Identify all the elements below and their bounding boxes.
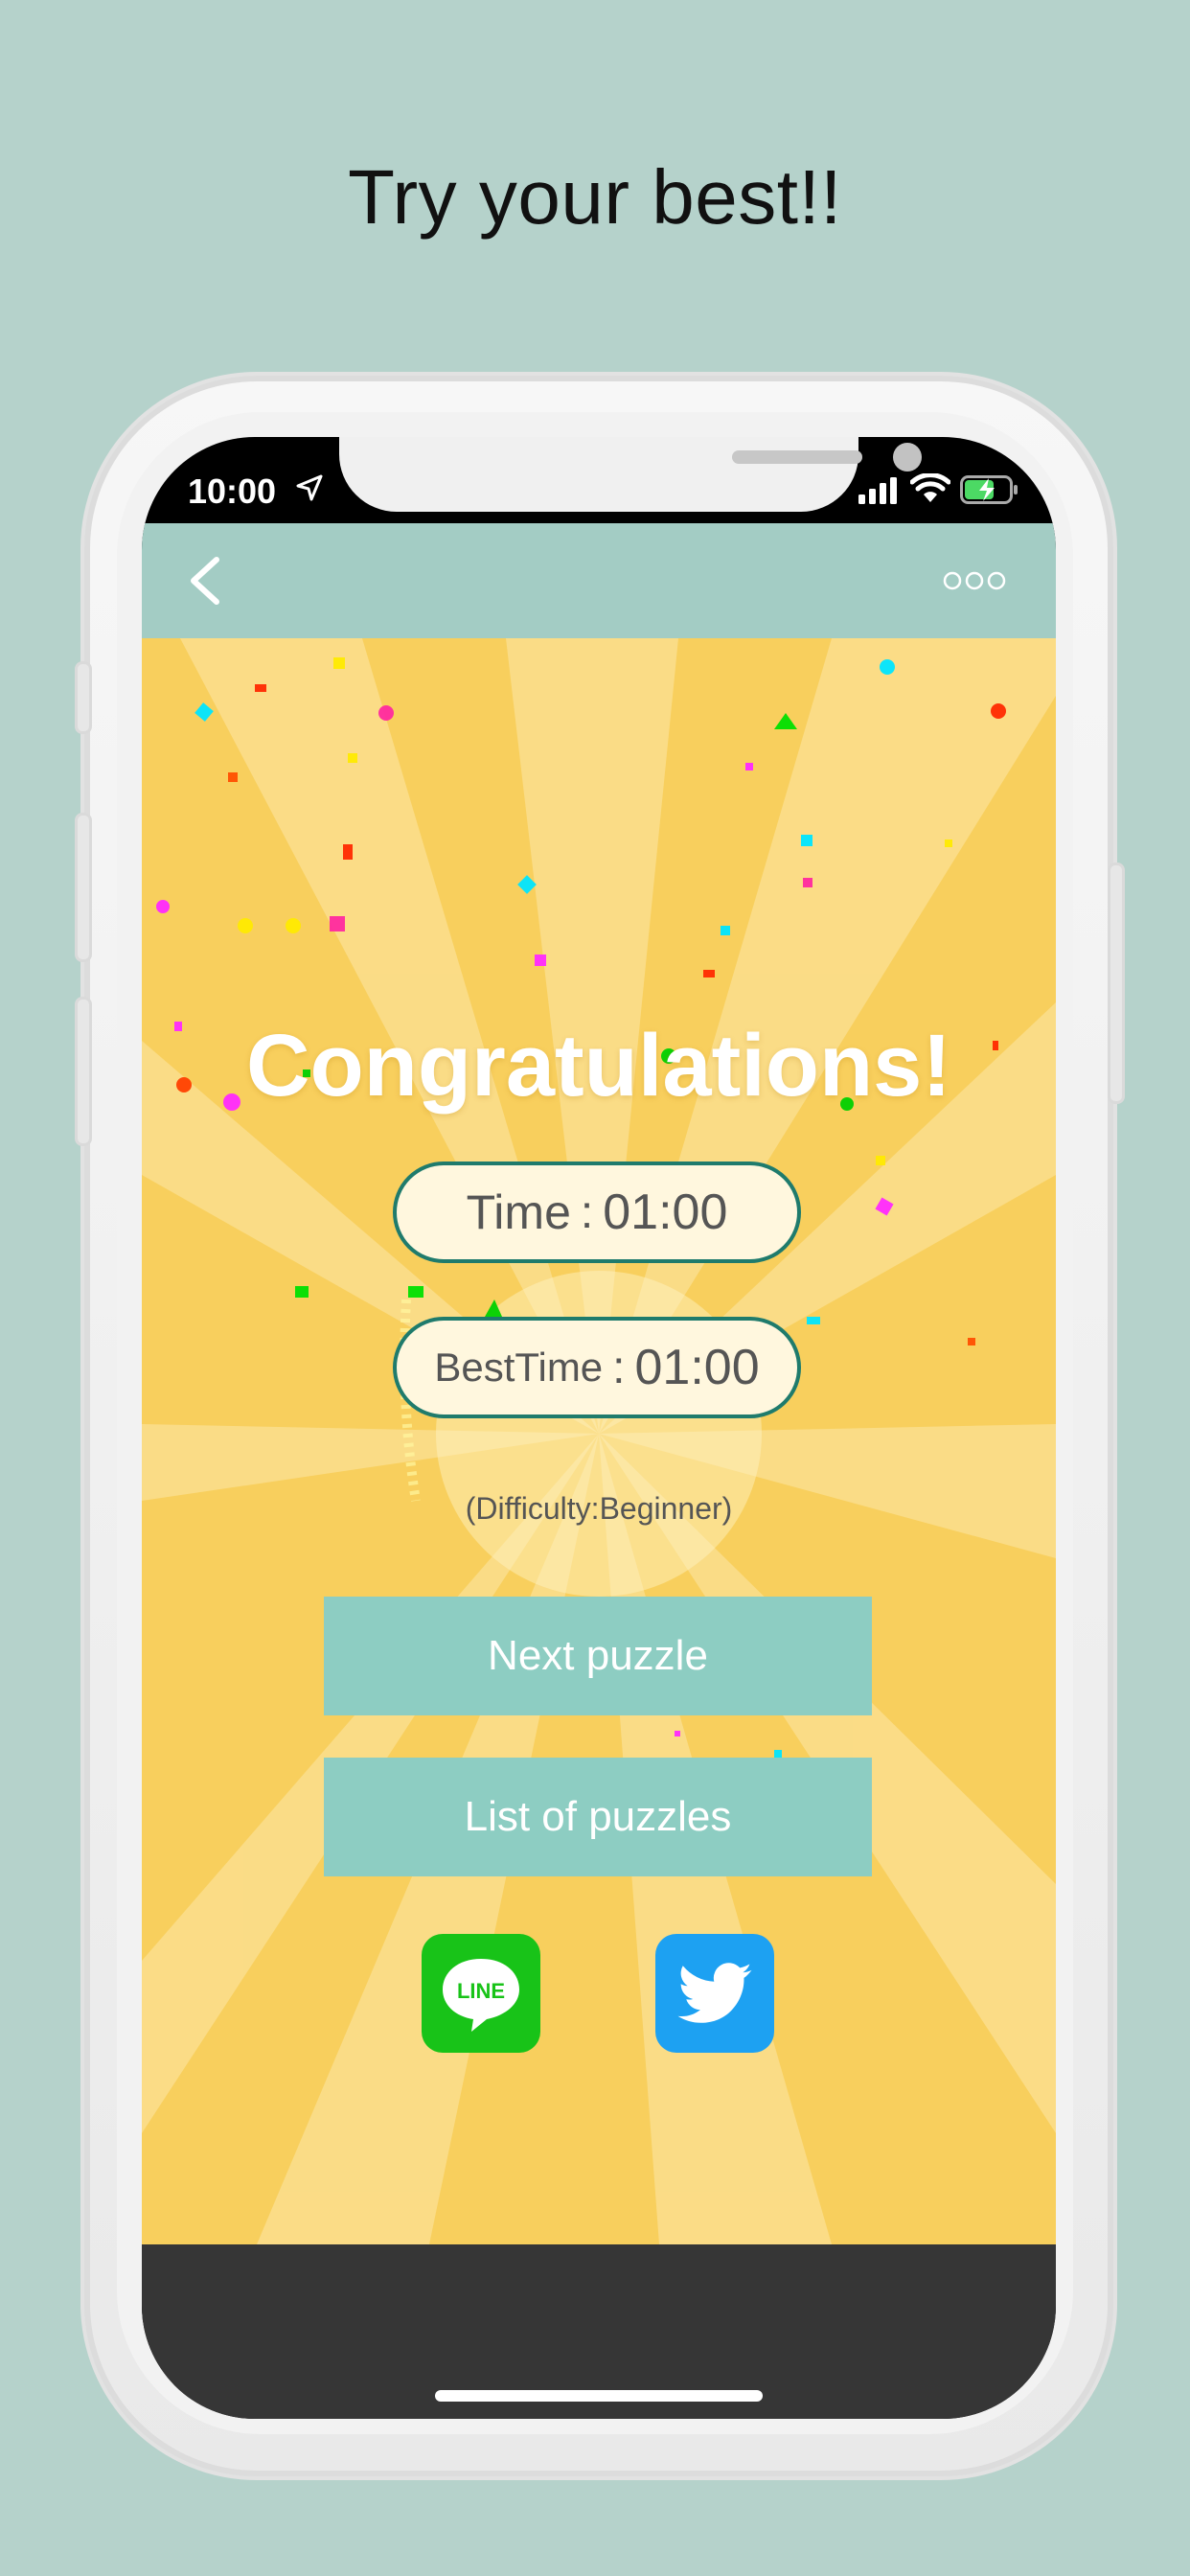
- home-indicator[interactable]: [435, 2390, 763, 2402]
- best-time-value: 01:00: [634, 1340, 760, 1395]
- volume-up-button: [75, 813, 92, 962]
- location-arrow-icon: [296, 474, 323, 501]
- volume-down-button: [75, 997, 92, 1146]
- more-options-icon[interactable]: [943, 565, 1006, 596]
- camera-notch: [339, 437, 922, 512]
- earpiece-speaker: [732, 450, 862, 464]
- headline: Try your best!!: [348, 154, 842, 240]
- result-screen: Congratulations! Time : 01:00 BestTime :…: [142, 638, 1056, 2244]
- power-button: [1108, 862, 1125, 1104]
- status-time: 10:00: [188, 472, 277, 511]
- time-separator: :: [580, 1186, 594, 1238]
- wifi-icon: [910, 473, 950, 502]
- front-camera: [893, 443, 922, 472]
- mute-switch: [75, 661, 92, 734]
- sunburst-background: [142, 638, 1056, 2244]
- next-puzzle-button[interactable]: Next puzzle: [324, 1597, 872, 1715]
- list-of-puzzles-button[interactable]: List of puzzles: [324, 1758, 872, 1876]
- navigation-bar: [142, 523, 1056, 638]
- congratulations-title: Congratulations!: [246, 1017, 951, 1115]
- best-time-label: BestTime: [434, 1345, 604, 1390]
- best-time-separator: :: [612, 1342, 626, 1393]
- chevron-left-icon[interactable]: [178, 552, 236, 610]
- line-share-button[interactable]: LINE: [422, 1934, 540, 2053]
- difficulty-label: (Difficulty:Beginner): [465, 1491, 733, 1526]
- status-bar: 10:00: [142, 437, 1056, 523]
- battery-charging-icon: [960, 475, 1018, 504]
- twitter-bird-icon: [677, 1963, 752, 2023]
- time-pill: Time : 01:00: [393, 1162, 801, 1263]
- phone-screen: 10:00 Congratulations! Time: 01:00 Best…: [142, 437, 1056, 2419]
- line-logo-text: LINE: [457, 1979, 505, 2003]
- time-value: 01:00: [603, 1184, 728, 1240]
- line-app-icon: LINE: [443, 1959, 519, 2032]
- twitter-share-button[interactable]: [655, 1934, 774, 2053]
- best-time-pill: BestTime : 01:00: [393, 1317, 801, 1418]
- cellular-signal-icon: [858, 477, 897, 504]
- time-label: Time: [466, 1185, 571, 1239]
